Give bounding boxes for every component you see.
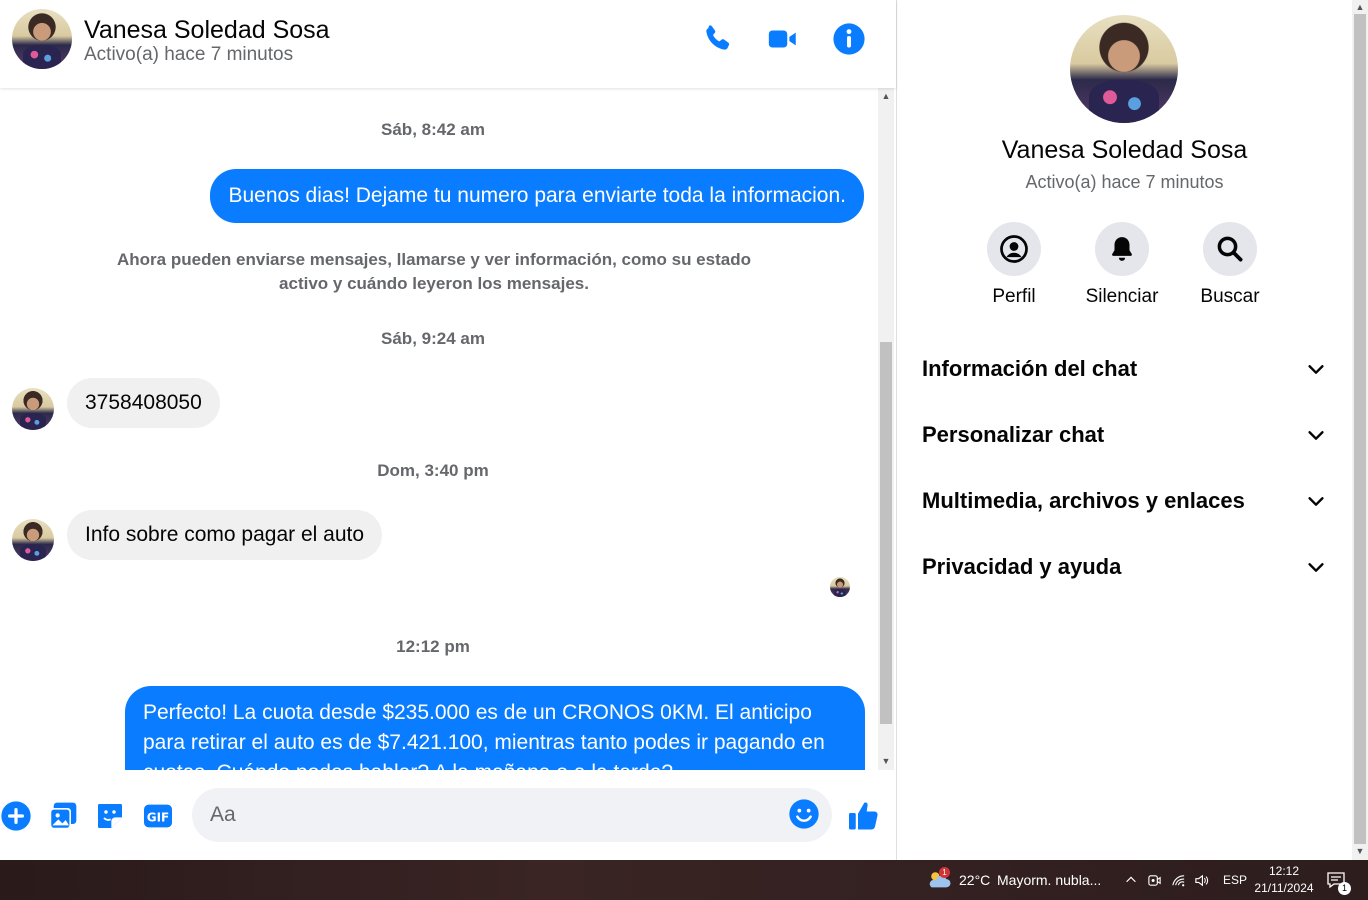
profile-action-label: Perfil	[992, 286, 1036, 307]
section-title: Información del chat	[922, 356, 1138, 381]
notification-center-icon[interactable]: 1	[1326, 860, 1351, 900]
search-action-button[interactable]: Buscar	[1180, 222, 1280, 308]
section-title: Multimedia, archivos y enlaces	[922, 488, 1245, 513]
contact-avatar[interactable]	[12, 9, 72, 69]
section-media-files-links[interactable]: Multimedia, archivos y enlaces	[922, 480, 1327, 520]
message-input[interactable]	[192, 788, 832, 842]
sticker-icon[interactable]	[94, 800, 126, 832]
profile-status: Activo(a) hace 7 minutos	[1025, 172, 1224, 192]
chevron-down-icon	[1308, 497, 1324, 506]
section-chat-info[interactable]: Información del chat	[922, 348, 1327, 388]
section-title: Personalizar chat	[922, 422, 1105, 447]
volume-icon[interactable]	[1194, 860, 1209, 900]
profile-icon	[987, 222, 1041, 276]
section-title: Privacidad y ayuda	[922, 554, 1122, 579]
page-scroll-down-arrow-icon[interactable]: ▼	[1355, 846, 1365, 856]
windows-taskbar: 1 22°C Mayorm. nubla... ESP 12:12 21/11/…	[0, 860, 1368, 900]
meet-now-icon[interactable]	[1147, 860, 1162, 900]
outgoing-message[interactable]: Perfecto! La cuota desde $235.000 es de …	[125, 686, 865, 770]
timestamp: 12:12 pm	[396, 637, 470, 656]
message-list[interactable]: Sáb, 8:42 am Buenos dias! Dejame tu nume…	[0, 88, 878, 770]
temperature[interactable]: 22°C	[959, 860, 990, 900]
wifi-icon[interactable]	[1171, 860, 1186, 900]
search-action-label: Buscar	[1200, 286, 1260, 307]
search-icon	[1203, 222, 1257, 276]
incoming-message[interactable]: 3758408050	[67, 378, 220, 428]
thumbs-up-icon[interactable]	[846, 798, 882, 834]
notification-count: 1	[1338, 882, 1351, 895]
weather-icon[interactable]: 1	[926, 860, 954, 900]
svg-text:GIF: GIF	[147, 810, 170, 824]
weather-description[interactable]: Mayorm. nubla...	[997, 860, 1101, 900]
page-scrollbar-thumb[interactable]	[1354, 14, 1366, 844]
clock-date: 21/11/2024	[1254, 881, 1314, 895]
emoji-icon[interactable]	[788, 798, 820, 830]
profile-name: Vanesa Soledad Sosa	[1001, 136, 1248, 164]
timestamp: Sáb, 9:24 am	[381, 329, 485, 348]
chevron-down-icon	[1308, 563, 1324, 572]
mute-action-button[interactable]: Silenciar	[1072, 222, 1172, 308]
chevron-down-icon	[1308, 431, 1324, 440]
timestamp: Sáb, 8:42 am	[381, 120, 485, 139]
chat-header: Vanesa Soledad Sosa Activo(a) hace 7 min…	[0, 0, 896, 88]
video-call-icon[interactable]	[766, 22, 800, 56]
timestamp: Dom, 3:40 pm	[377, 461, 489, 480]
composer: GIF	[0, 770, 896, 860]
mute-action-label: Silenciar	[1085, 286, 1159, 307]
clock[interactable]: 12:12 21/11/2024	[1254, 860, 1314, 900]
clock-time: 12:12	[1268, 864, 1300, 878]
scroll-down-arrow-icon[interactable]: ▼	[881, 756, 891, 766]
chevron-down-icon	[1308, 365, 1324, 374]
phone-call-icon[interactable]	[700, 22, 734, 56]
contact-name[interactable]: Vanesa Soledad Sosa	[84, 16, 330, 45]
language-indicator[interactable]: ESP	[1223, 860, 1247, 900]
contact-status: Activo(a) hace 7 minutos	[84, 44, 294, 65]
section-privacy-help[interactable]: Privacidad y ayuda	[922, 546, 1327, 586]
gif-icon[interactable]: GIF	[142, 800, 174, 832]
sender-avatar[interactable]	[12, 519, 54, 561]
read-receipt-avatar	[830, 577, 850, 597]
sender-avatar[interactable]	[12, 388, 54, 430]
page-scroll-up-arrow-icon[interactable]: ▲	[1355, 2, 1365, 12]
section-customize-chat[interactable]: Personalizar chat	[922, 414, 1327, 454]
messenger-window: Vanesa Soledad Sosa Activo(a) hace 7 min…	[0, 0, 1368, 860]
weather-badge: 1	[939, 867, 950, 878]
chevron-up-icon[interactable]	[1124, 860, 1138, 900]
chat-scrollbar-thumb[interactable]	[880, 342, 892, 724]
outgoing-message[interactable]: Buenos dias! Dejame tu numero para envia…	[210, 169, 864, 223]
photo-icon[interactable]	[47, 800, 79, 832]
info-icon[interactable]	[832, 22, 866, 56]
chat-details-panel: Vanesa Soledad Sosa Activo(a) hace 7 min…	[897, 0, 1352, 860]
system-notice: Ahora pueden enviarse mensajes, llamarse…	[117, 250, 751, 293]
profile-action-button[interactable]: Perfil	[964, 222, 1064, 308]
bell-icon	[1095, 222, 1149, 276]
scroll-up-arrow-icon[interactable]: ▲	[881, 91, 891, 101]
plus-icon[interactable]	[0, 800, 32, 832]
incoming-message[interactable]: Info sobre como pagar el auto	[67, 510, 383, 560]
profile-avatar[interactable]	[1070, 15, 1178, 123]
